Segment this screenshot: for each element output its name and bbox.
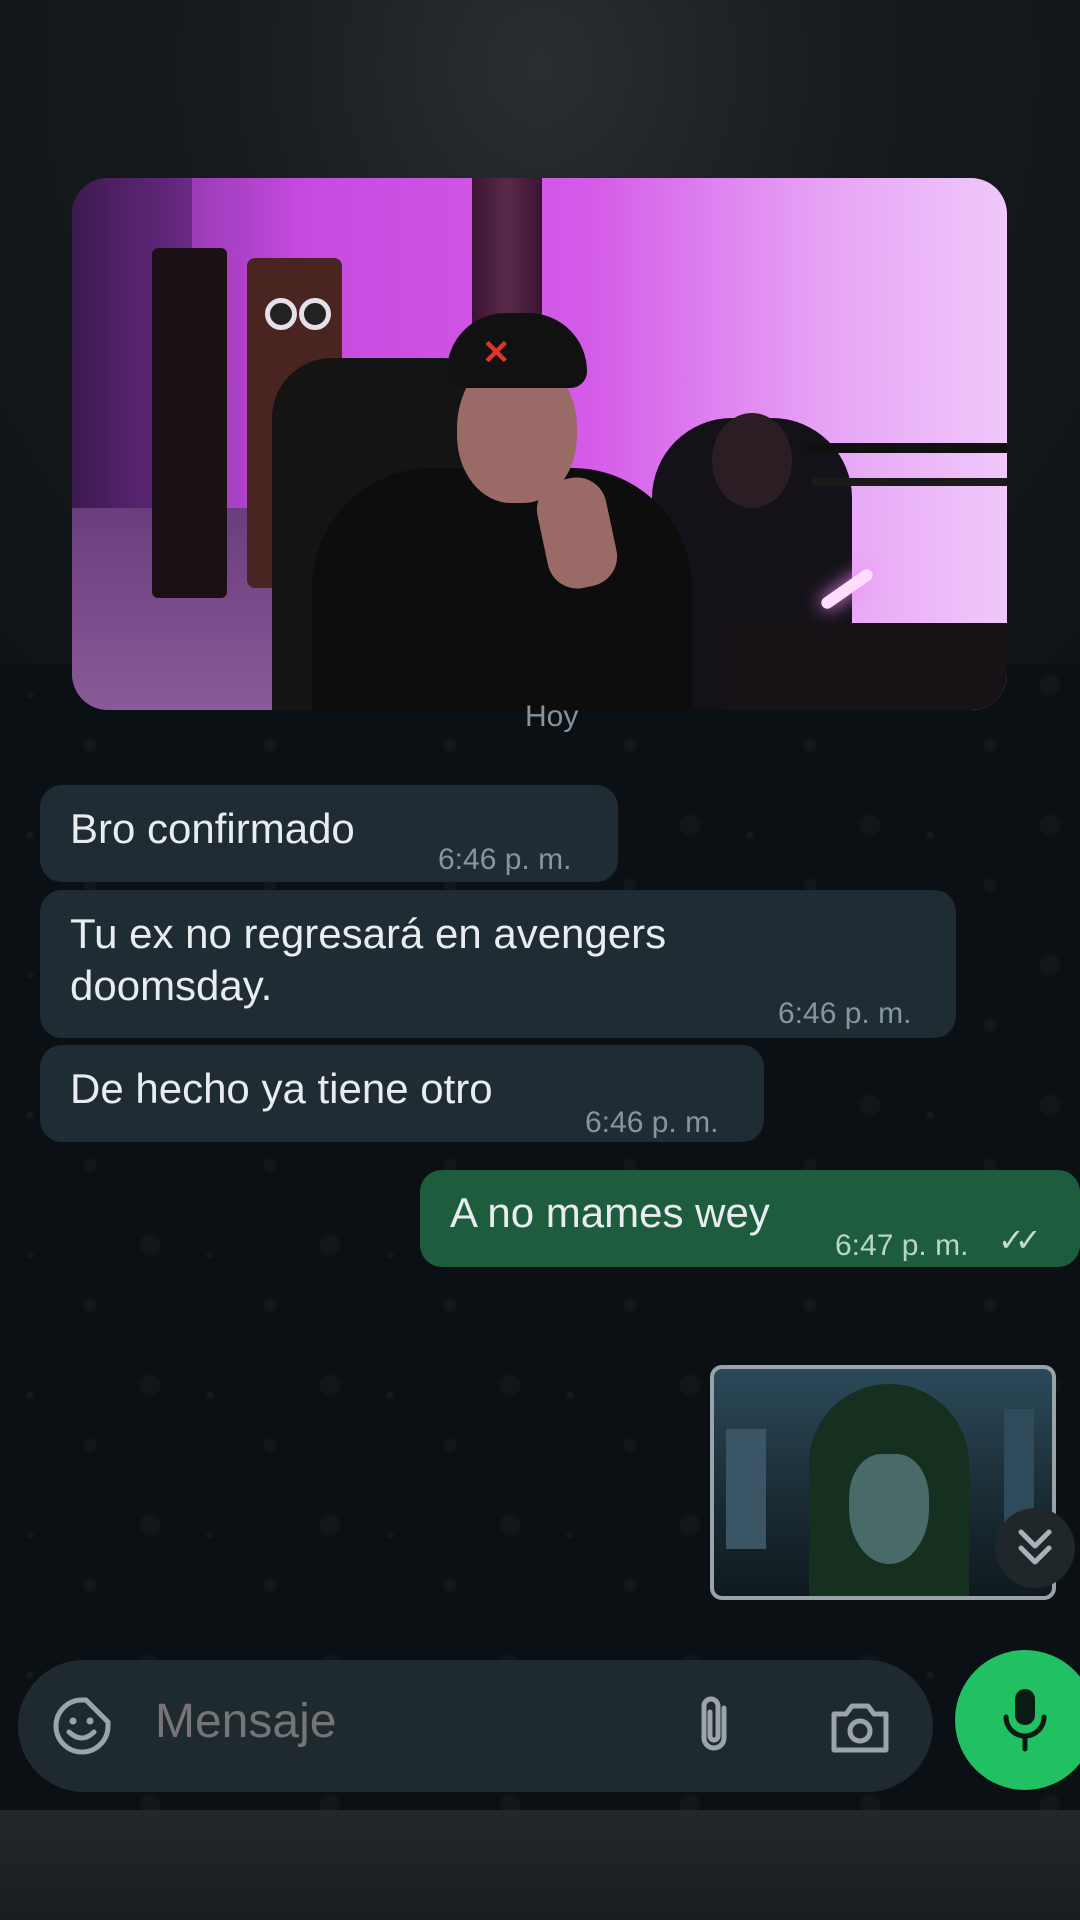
attach-icon[interactable] — [690, 1694, 738, 1758]
message-bubble-incoming[interactable]: Bro confirmado 6:46 p. m. — [40, 785, 618, 882]
bottom-nav-area — [0, 1810, 1080, 1920]
message-input[interactable] — [153, 1693, 697, 1750]
video-person-body — [312, 468, 692, 710]
message-time: 6:47 p. m. — [835, 1229, 969, 1262]
video-mic-arm — [802, 443, 1007, 453]
message-time: 6:46 p. m. — [778, 997, 912, 1030]
video-desk — [722, 623, 1007, 710]
message-text: Tu ex no regresará en avengers doomsday. — [70, 910, 667, 1009]
video-mic-arm-2 — [812, 478, 1007, 486]
cap-logo-icon: ✕ — [482, 334, 511, 372]
message-bubble-outgoing[interactable]: A no mames wey 6:47 p. m. ✓✓ — [420, 1170, 1080, 1267]
image-face — [849, 1454, 929, 1564]
message-bubble-incoming[interactable]: De hecho ya tiene otro 6:46 p. m. — [40, 1045, 764, 1142]
message-text: A no mames wey — [450, 1189, 770, 1236]
read-receipt-icon: ✓✓ — [998, 1222, 1042, 1258]
microphone-icon — [1003, 1689, 1047, 1752]
message-time: 6:46 p. m. — [438, 843, 572, 876]
date-chip: Hoy — [525, 700, 579, 733]
video-speaker-left — [152, 248, 227, 598]
double-chevron-down-icon — [1018, 1529, 1052, 1565]
scroll-to-bottom-button[interactable] — [995, 1508, 1075, 1588]
message-time: 6:46 p. m. — [585, 1106, 719, 1139]
sticker-icon[interactable] — [52, 1696, 112, 1756]
message-bubble-incoming[interactable]: Tu ex no regresará en avengers doomsday.… — [40, 890, 956, 1038]
webcam-video: ✕ — [72, 178, 1007, 710]
camera-icon[interactable] — [828, 1700, 892, 1754]
message-composer — [18, 1660, 933, 1792]
video-person-background-head — [712, 413, 792, 508]
video-cap — [447, 313, 587, 388]
message-text: De hecho ya tiene otro — [70, 1065, 493, 1112]
message-text: Bro confirmado — [70, 805, 355, 852]
image-tower — [726, 1429, 766, 1549]
